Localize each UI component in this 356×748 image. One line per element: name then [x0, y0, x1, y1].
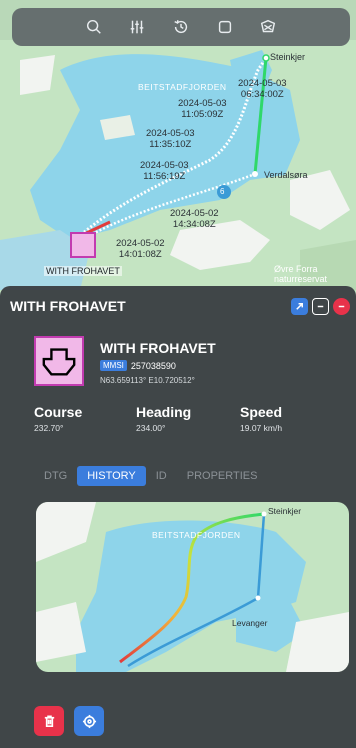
course-stat: Course 232.70°	[34, 404, 83, 433]
timestamp-label: 2024-05-02 14:34:08Z	[170, 208, 219, 230]
timestamp-label: 2024-05-03 11:05:09Z	[178, 98, 227, 120]
vessel-panel: WITH FROHAVET WITH FROHAVET MMSI 2570385…	[0, 286, 356, 748]
panel-title: WITH FROHAVET	[10, 298, 126, 314]
chart-cross-icon[interactable]	[256, 15, 280, 39]
tab-dtg[interactable]: DTG	[34, 466, 77, 486]
speed-stat: Speed 19.07 km/h	[240, 404, 283, 433]
locate-button[interactable]	[74, 706, 104, 736]
ship-map-marker[interactable]	[70, 232, 96, 258]
place-verdalsora: Verdalsøra	[264, 170, 308, 180]
cluster-count: 6	[220, 187, 225, 196]
mmsi-value: 257038590	[130, 360, 176, 371]
place-ovre: Øvre Forra naturreservat	[274, 264, 328, 284]
place-steinkjer: Steinkjer	[270, 52, 306, 62]
timestamp-label: 2024-05-02 14:01:08Z	[116, 238, 165, 260]
panel-tabs: DTG HISTORY ID PROPERTIES	[34, 466, 267, 486]
delete-button[interactable]	[34, 706, 64, 736]
timestamp-label: 2024-05-03 11:56:19Z	[140, 160, 189, 182]
square-icon[interactable]	[213, 15, 237, 39]
place-fjord: BEITSTADFJORDEN	[138, 82, 227, 92]
heading-stat: Heading 234.00°	[136, 404, 192, 433]
mini-place-steinkjer: Steinkjer	[268, 506, 302, 516]
tab-properties[interactable]: PROPERTIES	[177, 466, 268, 486]
timestamp-label: 2024-05-03 11:35:10Z	[146, 128, 195, 150]
map-toolbar	[12, 8, 350, 46]
search-icon[interactable]	[82, 15, 106, 39]
history-icon[interactable]	[169, 15, 193, 39]
timestamp-label: 2024-05-03 06:34:00Z	[238, 78, 287, 100]
tab-id[interactable]: ID	[146, 466, 177, 486]
coordinates: N63.659113° E10.720512°	[100, 376, 195, 385]
ship-map-label: WITH FROHAVET	[44, 266, 122, 276]
tab-history[interactable]: HISTORY	[77, 466, 146, 486]
sliders-icon[interactable]	[125, 15, 149, 39]
ship-icon	[34, 336, 84, 386]
mmsi-badge: MMSI	[100, 360, 127, 371]
expand-button[interactable]	[291, 298, 308, 315]
ship-name: WITH FROHAVET	[100, 340, 216, 356]
minimize-button[interactable]	[312, 298, 329, 315]
mini-place-levanger: Levanger	[232, 618, 268, 628]
history-map[interactable]: Steinkjer BEITSTADFJORDEN Levanger	[36, 502, 349, 672]
close-button[interactable]	[333, 298, 350, 315]
mini-place-fjord: BEITSTADFJORDEN	[152, 530, 241, 540]
